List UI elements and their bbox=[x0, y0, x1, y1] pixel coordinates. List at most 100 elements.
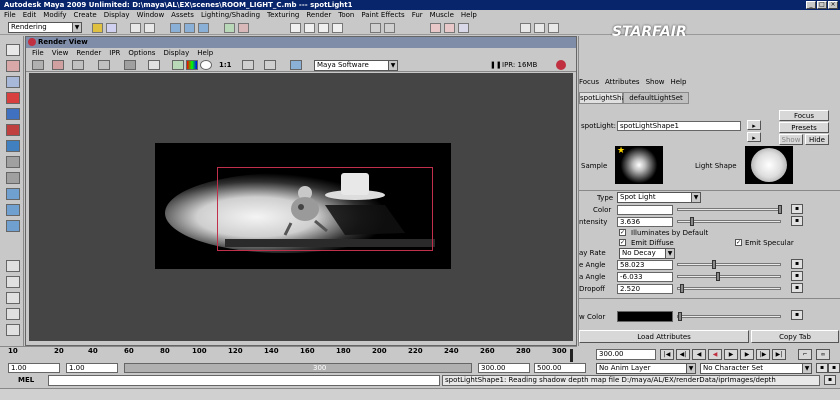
color-map-button[interactable]: ▪ bbox=[791, 204, 803, 214]
end-time-field[interactable]: 500.00 bbox=[534, 363, 586, 373]
menu-fur[interactable]: Fur bbox=[412, 10, 423, 21]
menu-texturing[interactable]: Texturing bbox=[267, 10, 299, 21]
intensity-slider-thumb[interactable] bbox=[690, 217, 694, 226]
current-frame-field[interactable]: 300.00 bbox=[596, 349, 656, 360]
dropoff-field[interactable]: 2.520 bbox=[617, 284, 673, 294]
menuset-select[interactable]: Rendering ▼ bbox=[8, 22, 82, 33]
stop-icon[interactable] bbox=[264, 60, 276, 70]
go-to-start-icon[interactable]: |◀ bbox=[660, 349, 674, 360]
menu-display[interactable]: Display bbox=[104, 10, 130, 21]
light-type-select[interactable]: Spot Light ▼ bbox=[617, 192, 701, 203]
cone-angle-field[interactable]: 58.023 bbox=[617, 260, 673, 270]
step-back-key-icon[interactable]: ◀| bbox=[676, 349, 690, 360]
keyframe-icon[interactable]: ⌐ bbox=[798, 349, 812, 360]
decay-rate-select[interactable]: No Decay ▼ bbox=[619, 248, 675, 259]
shadow-color-slider[interactable] bbox=[677, 312, 781, 321]
copy-tab-button[interactable]: Copy Tab bbox=[751, 330, 839, 343]
presets-button[interactable]: Presets bbox=[779, 122, 829, 133]
snapshot-icon[interactable] bbox=[72, 60, 84, 70]
pick-icon[interactable] bbox=[224, 23, 235, 33]
time-slider[interactable]: 10 20 40 60 80 100 120 140 160 180 200 2… bbox=[0, 346, 577, 362]
maximize-button[interactable]: □ bbox=[817, 1, 827, 9]
camera-icon[interactable] bbox=[242, 60, 254, 70]
playback-start-field[interactable]: 1.00 bbox=[66, 363, 118, 373]
layout-custom-icon[interactable] bbox=[6, 324, 20, 336]
pause-icon[interactable]: ❚❚ bbox=[490, 61, 502, 69]
last-tool-icon[interactable] bbox=[6, 172, 20, 184]
channel-box-icon[interactable] bbox=[534, 23, 545, 33]
shadow-color-swatch[interactable] bbox=[617, 311, 673, 322]
layout-single-icon[interactable] bbox=[6, 188, 20, 200]
go-output-icon[interactable]: ▸ bbox=[747, 132, 761, 142]
illuminates-checkbox[interactable]: ✓ bbox=[619, 229, 626, 236]
menu-create[interactable]: Create bbox=[73, 10, 96, 21]
mel-input[interactable] bbox=[48, 375, 440, 386]
penumbra-map-button[interactable]: ▪ bbox=[791, 271, 803, 281]
tab-spotlightshape1[interactable]: spotLightShape1 bbox=[579, 92, 639, 104]
menu-modify[interactable]: Modify bbox=[43, 10, 66, 21]
dropoff-map-button[interactable]: ▪ bbox=[791, 283, 803, 293]
rv-menu-view[interactable]: View bbox=[52, 48, 69, 58]
channel-rgb-icon[interactable] bbox=[172, 60, 184, 70]
attr-menu-show[interactable]: Show bbox=[646, 78, 665, 88]
penumbra-angle-field[interactable]: -6.033 bbox=[617, 272, 673, 282]
color-channels-icon[interactable] bbox=[186, 60, 198, 70]
rv-menu-display[interactable]: Display bbox=[163, 48, 189, 58]
layout-four-icon[interactable] bbox=[6, 204, 20, 216]
color-slider[interactable] bbox=[677, 205, 782, 214]
rv-menu-render[interactable]: Render bbox=[76, 48, 101, 58]
hierarchy-icon[interactable] bbox=[170, 23, 181, 33]
penumbra-angle-slider-thumb[interactable] bbox=[716, 272, 720, 281]
zoom-ratio-label[interactable]: 1:1 bbox=[219, 61, 232, 69]
script-editor-icon[interactable]: ▪ bbox=[824, 375, 836, 385]
go-input-icon[interactable]: ▸ bbox=[747, 120, 761, 130]
input-line-icon[interactable] bbox=[520, 23, 531, 33]
manipulator-icon[interactable] bbox=[6, 140, 20, 152]
color-slider-thumb[interactable] bbox=[778, 205, 782, 214]
menu-paint-effects[interactable]: Paint Effects bbox=[361, 10, 404, 21]
snap-curve-icon[interactable] bbox=[304, 23, 315, 33]
keep-image-icon[interactable] bbox=[148, 60, 160, 70]
menu-toon[interactable]: Toon bbox=[338, 10, 354, 21]
menu-assets[interactable]: Assets bbox=[171, 10, 194, 21]
go-to-end-icon[interactable]: ▶| bbox=[772, 349, 786, 360]
rv-menu-options[interactable]: Options bbox=[128, 48, 155, 58]
ipr-status-icon[interactable] bbox=[556, 60, 566, 70]
step-back-icon[interactable]: ◀ bbox=[692, 349, 706, 360]
playback-end-field[interactable]: 300.00 bbox=[478, 363, 530, 373]
step-forward-key-icon[interactable]: |▶ bbox=[756, 349, 770, 360]
layout-outliner-icon[interactable] bbox=[6, 260, 20, 272]
layout-persp-icon[interactable] bbox=[6, 308, 20, 320]
dropoff-slider-thumb[interactable] bbox=[680, 284, 684, 293]
shadow-color-map-button[interactable]: ▪ bbox=[791, 310, 803, 320]
rotate-tool-icon[interactable] bbox=[6, 108, 20, 120]
menu-muscle[interactable]: Muscle bbox=[430, 10, 454, 21]
current-time-marker[interactable] bbox=[570, 349, 573, 362]
snap-plane-icon[interactable] bbox=[332, 23, 343, 33]
menu-render[interactable]: Render bbox=[306, 10, 331, 21]
render-frame-icon[interactable] bbox=[430, 23, 441, 33]
rv-menu-help[interactable]: Help bbox=[197, 48, 213, 58]
menu-window[interactable]: Window bbox=[137, 10, 165, 21]
settings-icon[interactable] bbox=[290, 60, 302, 70]
menu-file[interactable]: File bbox=[4, 10, 16, 21]
construction-icon[interactable] bbox=[384, 23, 395, 33]
component-mode-icon[interactable] bbox=[144, 23, 155, 33]
close-button[interactable]: × bbox=[828, 1, 838, 9]
hide-button[interactable]: Hide bbox=[805, 134, 829, 145]
lasso-tool-icon[interactable] bbox=[6, 60, 20, 72]
menu-edit[interactable]: Edit bbox=[23, 10, 37, 21]
redo-render-icon[interactable] bbox=[32, 60, 44, 70]
anim-layer-select[interactable]: No Anim Layer ▼ bbox=[596, 363, 696, 374]
render-region-icon[interactable] bbox=[52, 60, 64, 70]
tab-defaultlightset[interactable]: defaultLightSet bbox=[623, 92, 689, 104]
attribute-editor-icon[interactable] bbox=[548, 23, 559, 33]
play-forward-icon[interactable]: ▶ bbox=[724, 349, 738, 360]
ipr-icon[interactable] bbox=[98, 60, 110, 70]
render-region-frame[interactable] bbox=[217, 167, 433, 251]
refresh-icon[interactable] bbox=[124, 60, 136, 70]
attr-menu-focus[interactable]: Focus bbox=[579, 78, 599, 88]
paint-select-icon[interactable] bbox=[6, 76, 20, 88]
cone-angle-slider[interactable] bbox=[677, 260, 781, 269]
intensity-slider[interactable] bbox=[677, 217, 781, 226]
